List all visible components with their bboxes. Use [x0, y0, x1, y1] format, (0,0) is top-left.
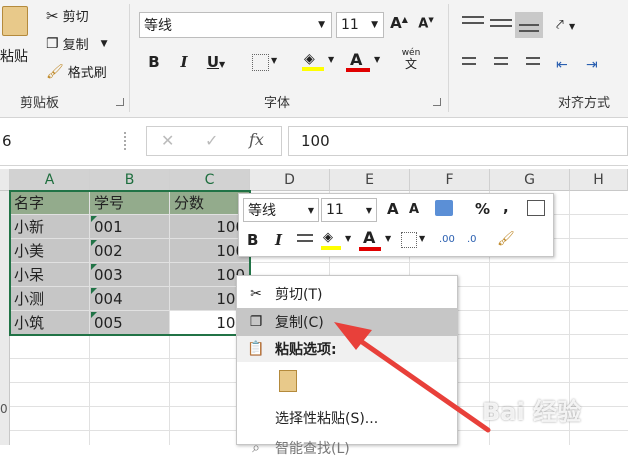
annotation-arrow [334, 322, 491, 433]
watermark: Bai 经验 [482, 398, 582, 426]
